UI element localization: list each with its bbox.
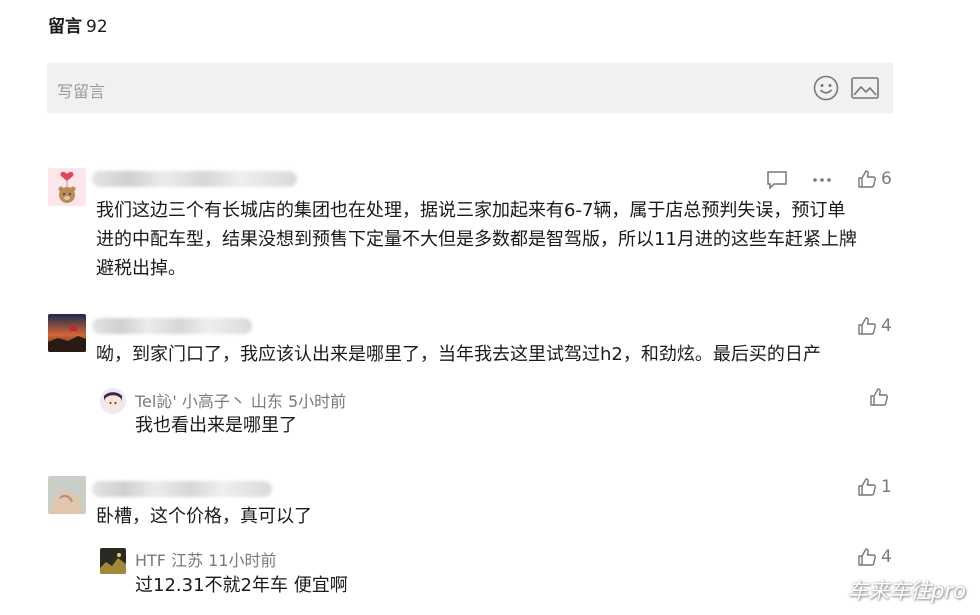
thumbs-up-icon xyxy=(870,388,888,406)
avatar[interactable] xyxy=(48,168,86,206)
avatar[interactable] xyxy=(48,314,86,352)
comment-text-line: 我们这边三个有长城店的集团也在处理，据说三家加起来有6-7辆，属于店总预判失误，… xyxy=(96,200,846,221)
reply-like-button[interactable]: 4 xyxy=(857,547,892,567)
username-blurred xyxy=(92,481,272,497)
comment-reply-button[interactable] xyxy=(766,170,788,194)
comment-text-line: 呦，到家门口了，我应该认出来是哪里了，当年我去这里试驾过h2，和劲炫。最后买的日… xyxy=(96,344,821,365)
thumbs-up-icon xyxy=(858,317,876,335)
comment-text: 我们这边三个有长城店的集团也在处理，据说三家加起来有6-7辆，属于店总预判失误，… xyxy=(96,196,896,283)
reply-meta: Tel訫' 小高子丶 山东 5小时前 xyxy=(135,392,347,411)
like-count: 4 xyxy=(881,316,892,336)
like-count: 4 xyxy=(881,547,892,567)
more-button[interactable] xyxy=(811,170,833,194)
night-scene-avatar-icon xyxy=(100,548,126,574)
comments-title: 留言 92 xyxy=(48,12,108,37)
watermark: 车来车往pro xyxy=(847,579,966,603)
comments-count: 92 xyxy=(86,17,108,37)
username-blurred xyxy=(92,171,297,187)
comment-text-line: 避税出掉。 xyxy=(96,258,186,279)
more-icon xyxy=(813,178,831,182)
smiley-icon[interactable] xyxy=(813,75,839,101)
reply-meta: HTF 江苏 11小时前 xyxy=(135,551,277,570)
reply-text: 我也看出来是哪里了 xyxy=(135,415,297,436)
comment-text: 呦，到家门口了，我应该认出来是哪里了，当年我去这里试驾过h2，和劲炫。最后买的日… xyxy=(96,340,896,369)
hands-avatar-icon xyxy=(48,476,86,514)
avatar[interactable] xyxy=(48,476,86,514)
comment-input-placeholder: 写留言 xyxy=(57,82,106,101)
thumbs-up-icon xyxy=(858,478,876,496)
image-icon[interactable] xyxy=(851,77,879,99)
cartoon-girl-avatar-icon xyxy=(100,388,126,414)
sunset-avatar-icon xyxy=(48,314,86,352)
reply-text: 过12.31不就2年车 便宜啊 xyxy=(135,575,348,596)
comment-input[interactable]: 写留言 xyxy=(47,63,893,113)
comment-text-line: 进的中配车型，结果没想到预售下定量不大但是多数都是智驾版，所以11月进的这些车赶… xyxy=(96,229,857,250)
thumbs-up-icon xyxy=(858,548,876,566)
like-button[interactable]: 1 xyxy=(857,477,892,497)
reply-like-button[interactable] xyxy=(869,387,889,411)
like-button[interactable]: 4 xyxy=(857,316,892,336)
comment-icon xyxy=(767,171,787,190)
comment-text: 卧槽，这个价格，真可以了 xyxy=(96,502,312,531)
bear-avatar-icon xyxy=(48,168,86,206)
thumbs-up-icon xyxy=(858,170,876,188)
reply-avatar[interactable] xyxy=(100,548,126,574)
like-count: 1 xyxy=(881,477,892,497)
comments-title-label: 留言 xyxy=(48,17,82,37)
like-count: 6 xyxy=(881,169,892,189)
like-button[interactable]: 6 xyxy=(857,169,892,189)
username-blurred xyxy=(92,318,252,334)
comment-text-line: 卧槽，这个价格，真可以了 xyxy=(96,506,312,527)
reply-avatar[interactable] xyxy=(100,388,126,414)
